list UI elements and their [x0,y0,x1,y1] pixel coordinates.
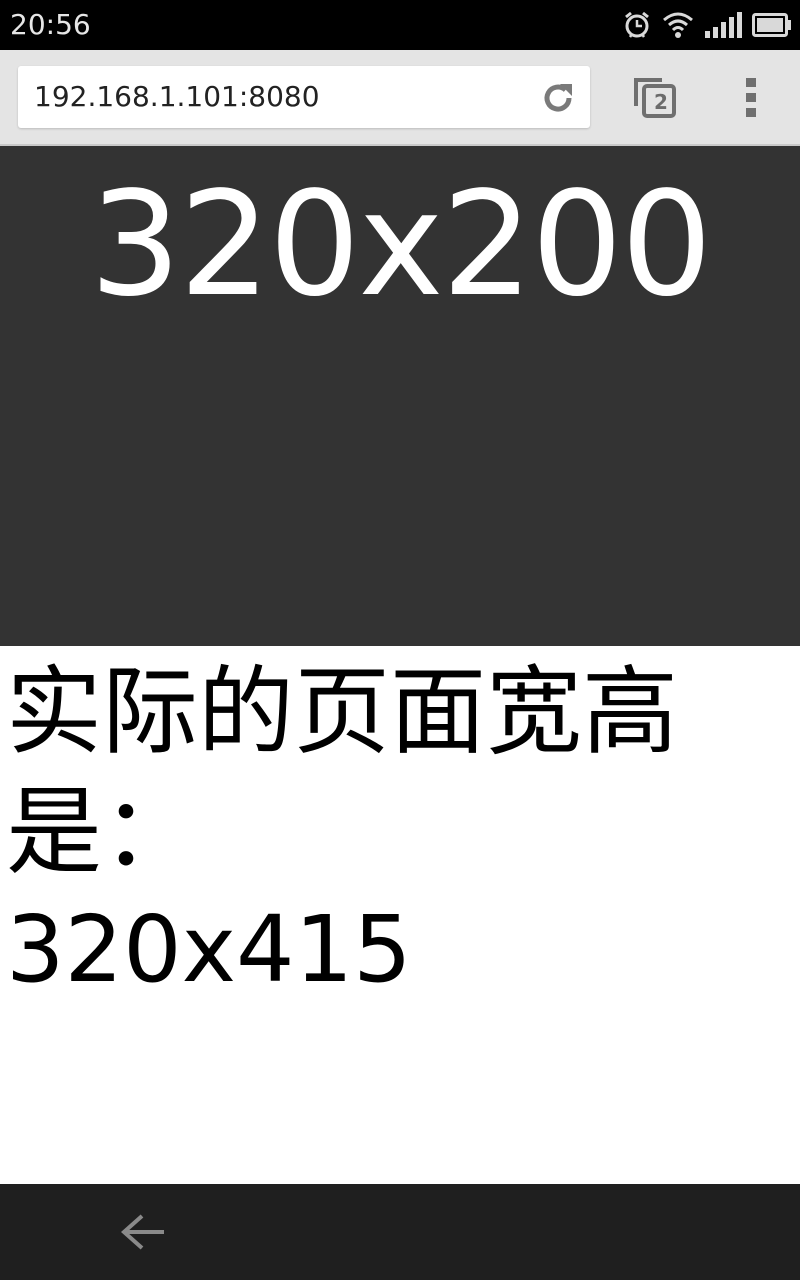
battery-icon [752,12,792,38]
status-time: 20:56 [10,8,91,41]
back-arrow-icon [120,1214,164,1250]
signal-icon [704,11,742,39]
tabs-button[interactable]: 2 [628,72,684,124]
navigation-bar [0,1184,800,1280]
page-size-value: 320x415 [6,896,412,1003]
browser-toolbar: 192.168.1.101:8080 2 [0,50,800,146]
reload-button[interactable] [538,78,578,118]
web-page: 320x200 实际的页面宽高是： 320x415 [0,146,800,1184]
tab-count: 2 [654,90,668,114]
overflow-menu-button[interactable] [734,74,770,122]
panel-dimension-text: 320x200 [89,160,713,328]
dimension-panel: 320x200 [0,146,800,646]
url-text[interactable]: 192.168.1.101:8080 [34,79,320,115]
wifi-icon [662,10,694,40]
overflow-menu-icon [746,78,756,117]
page-size-info: 实际的页面宽高是： 320x415 [6,652,786,1010]
alarm-icon [622,10,652,40]
page-size-label: 实际的页面宽高是： [6,656,678,888]
status-icons [622,8,792,42]
screen: 20:56 192.168.1.101:8080 2 320x200 实际的页面… [0,0,800,1280]
url-bar[interactable]: 192.168.1.101:8080 [18,66,590,128]
back-button[interactable] [110,1206,176,1258]
reload-icon [544,84,572,112]
status-bar: 20:56 [0,0,800,50]
